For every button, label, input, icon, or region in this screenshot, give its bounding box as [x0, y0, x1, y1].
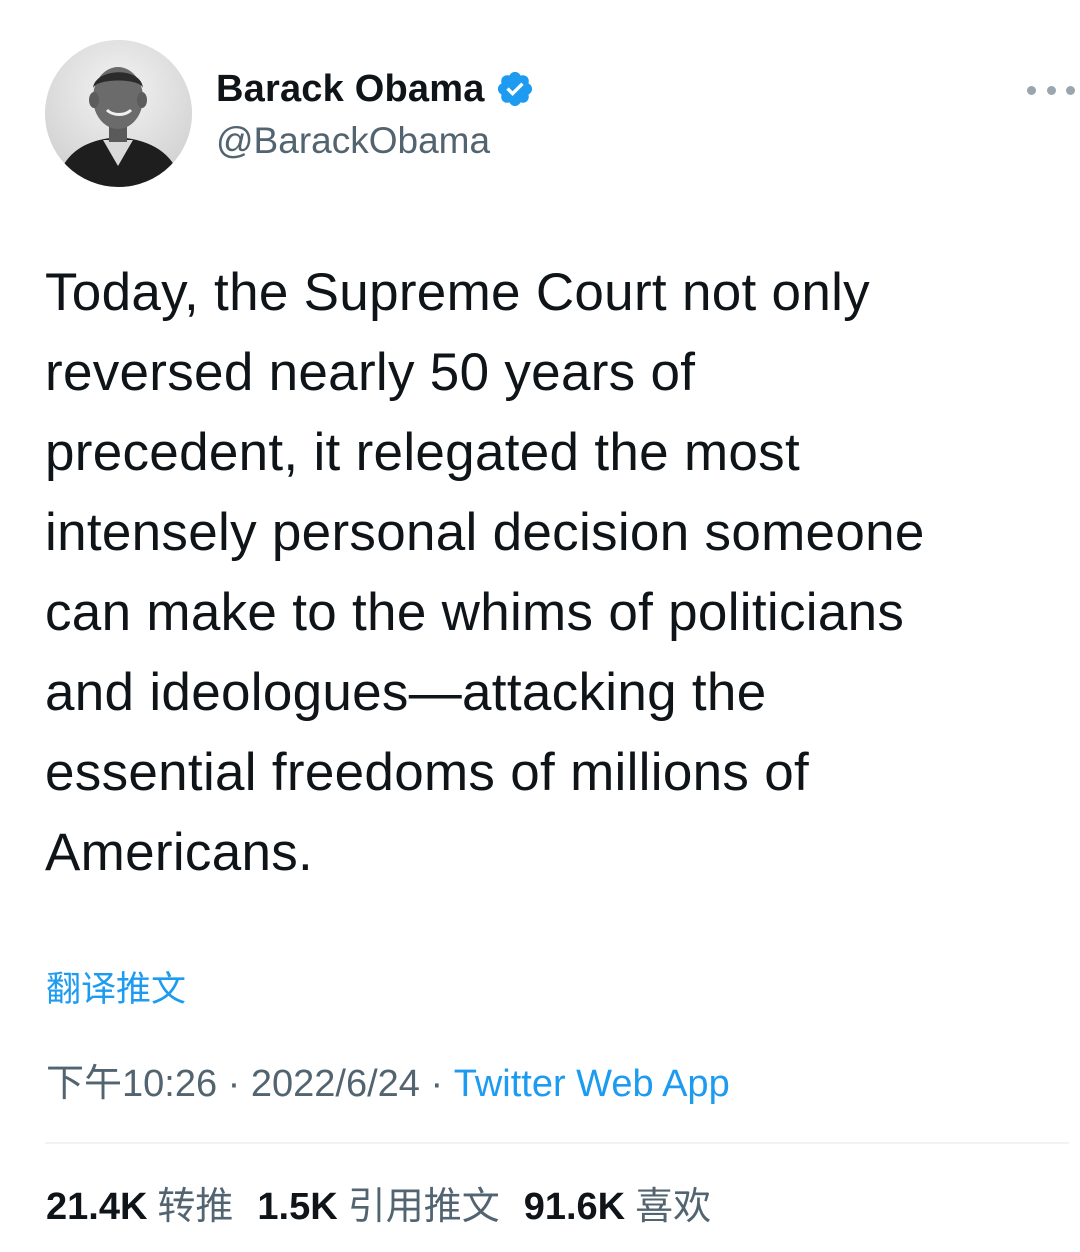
tweet-text-line: precedent, it relegated the most: [45, 423, 800, 482]
tweet-time[interactable]: 下午10:26: [46, 1063, 217, 1105]
avatar[interactable]: [45, 40, 192, 187]
tweet-text-line: and ideologues—attacking the: [45, 663, 767, 722]
retweets-count: 21.4K: [46, 1186, 148, 1228]
likes-label: 喜欢: [635, 1184, 712, 1228]
author-info: Barack Obama @BarackObama: [216, 64, 535, 162]
tweet-text-line: can make to the whims of politicians: [45, 583, 905, 642]
display-name[interactable]: Barack Obama: [216, 68, 485, 111]
tweet-stats: 21.4K 转推 1.5K 引用推文 91.6K 喜欢: [46, 1175, 735, 1230]
user-handle[interactable]: @BarackObama: [216, 120, 535, 162]
quotes-label: 引用推文: [347, 1184, 500, 1228]
more-horizontal-icon: [1027, 85, 1036, 95]
display-name-row: Barack Obama: [216, 64, 535, 114]
likes-count: 91.6K: [523, 1186, 626, 1228]
tweet-meta: 下午10:26 · 2022/6/24 · Twitter Web App: [46, 1052, 730, 1107]
meta-separator: ·: [419, 1063, 454, 1105]
tweet-text-line: essential freedoms of millions of: [45, 743, 810, 802]
quotes-stat[interactable]: 1.5K 引用推文: [257, 1175, 499, 1230]
tweet-date[interactable]: 2022/6/24: [251, 1063, 420, 1105]
tweet-source-link[interactable]: Twitter Web App: [454, 1063, 730, 1105]
meta-separator: ·: [217, 1063, 251, 1105]
more-options-button[interactable]: [1027, 78, 1075, 102]
translate-tweet-link[interactable]: 翻译推文: [46, 961, 186, 1012]
tweet-text-line: Today, the Supreme Court not only: [45, 263, 870, 322]
retweets-stat[interactable]: 21.4K 转推: [46, 1175, 233, 1230]
divider: [45, 1142, 1069, 1144]
tweet-text-line: Americans.: [45, 823, 314, 882]
tweet-text: Today, the Supreme Court not only revers…: [45, 253, 1045, 893]
tweet-text-line: reversed nearly 50 years of: [45, 343, 696, 402]
tweet-header: Barack Obama @BarackObama: [45, 40, 1075, 190]
likes-stat[interactable]: 91.6K 喜欢: [524, 1175, 711, 1230]
tweet-text-line: intensely personal decision someone: [45, 503, 925, 562]
tweet-card: Barack Obama @BarackObama Today, the Sup…: [0, 0, 1080, 1252]
verified-badge-icon: [497, 71, 532, 107]
quotes-count: 1.5K: [257, 1186, 338, 1228]
retweets-label: 转推: [157, 1184, 234, 1228]
